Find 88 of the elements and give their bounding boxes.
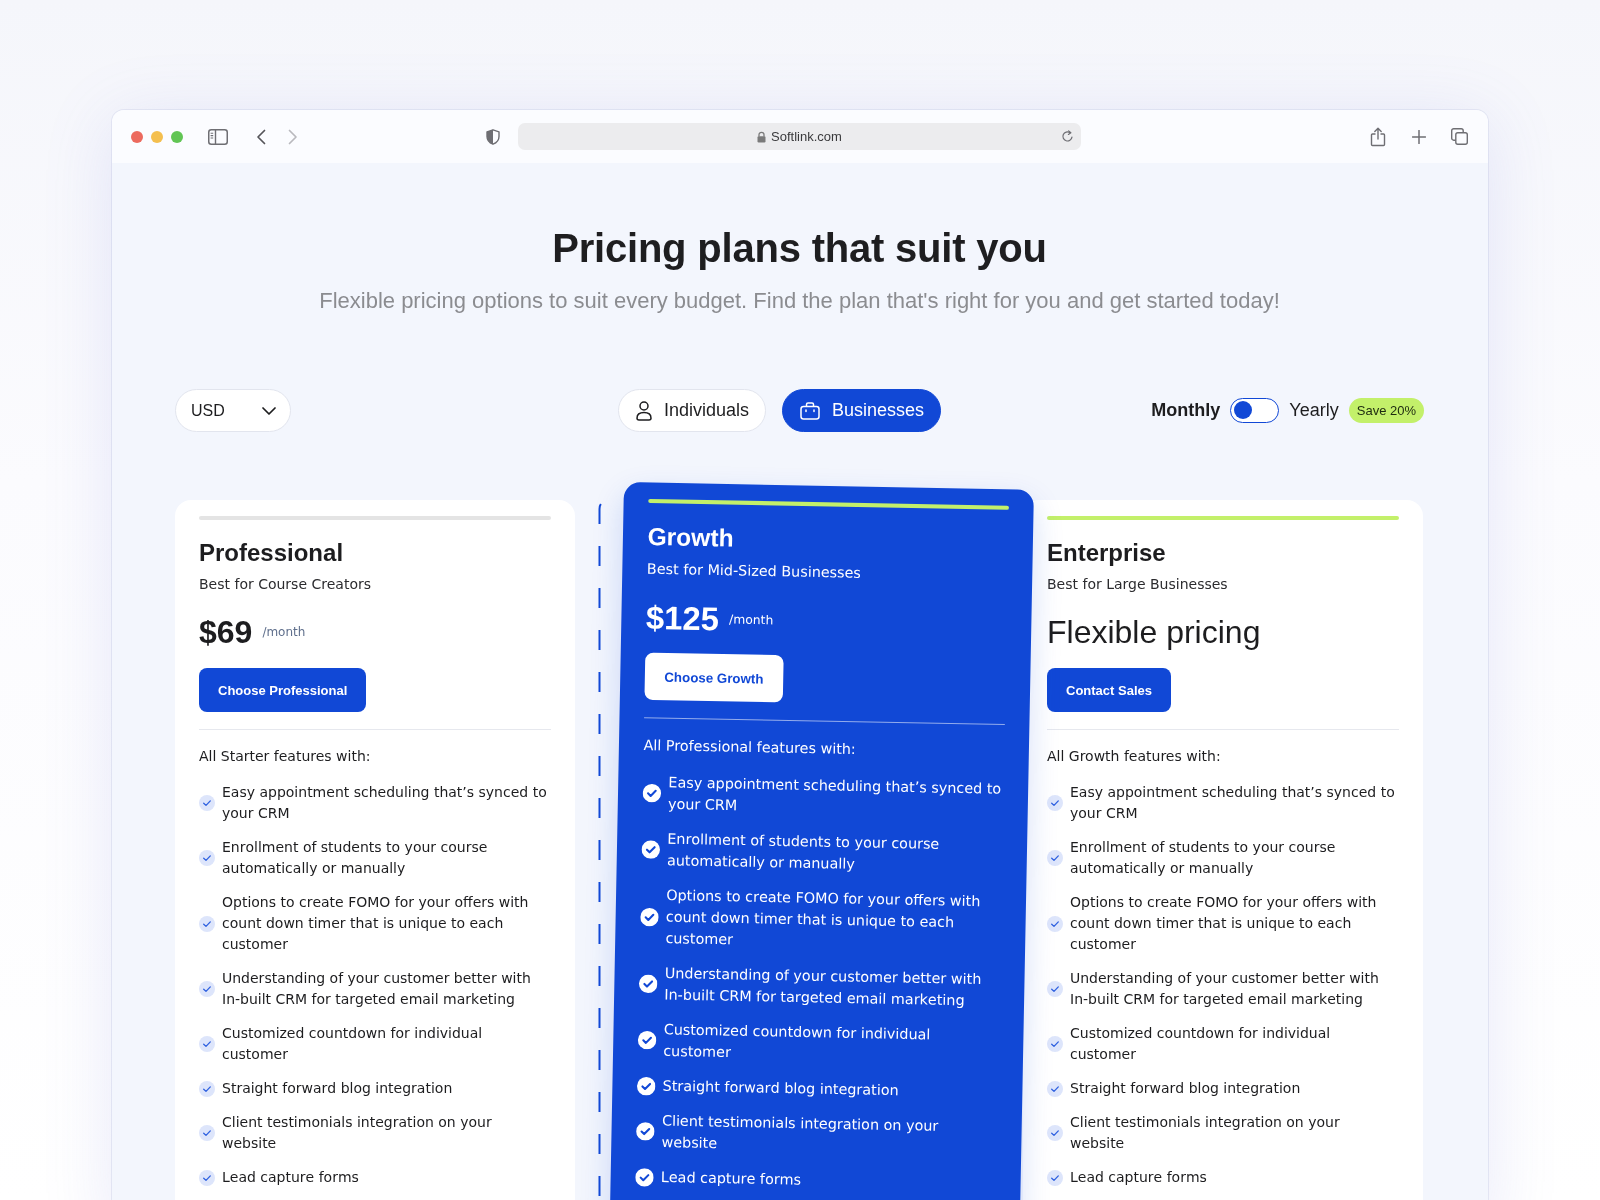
yearly-label: Yearly: [1289, 400, 1339, 421]
share-icon[interactable]: [1370, 126, 1386, 147]
window-close-icon[interactable]: [131, 130, 143, 143]
feature-text: Understanding of your customer better with In-built CRM for targeted email marketing: [664, 963, 983, 1011]
feature-text: Easy appointment scheduling that’s synced to your CRM: [222, 783, 548, 823]
feature-text: Options to create FOMO for your offers with count down timer that is unique to each customer: [222, 893, 530, 954]
person-icon: [635, 400, 652, 421]
check-icon: [635, 1121, 655, 1141]
check-icon: [1047, 795, 1063, 811]
currency-dropdown[interactable]: USD: [175, 389, 291, 432]
feature-text: Easy appointment scheduling that’s synced to your CRM: [1070, 783, 1396, 823]
plan-price: Flexible pricing: [1047, 613, 1261, 652]
check-icon: [1047, 1036, 1063, 1052]
check-icon: [199, 981, 215, 997]
feature-text: Lead capture forms: [222, 1168, 360, 1187]
check-icon: [642, 783, 662, 803]
monthly-label: Monthly: [1151, 400, 1221, 421]
plan-price: $69: [199, 613, 253, 652]
briefcase-icon: [800, 401, 820, 420]
plan-description: Best for Course Creators: [199, 575, 371, 594]
shield-icon[interactable]: [486, 128, 500, 145]
check-icon: [199, 1080, 215, 1097]
check-icon: [199, 915, 215, 932]
check-icon: [1047, 1169, 1063, 1186]
check-icon: [640, 907, 659, 927]
check-icon: [1047, 981, 1063, 997]
feature-text: Enrollment of students to your course automatically or manually: [222, 838, 489, 878]
check-icon: [636, 1076, 656, 1096]
check-icon: [638, 974, 658, 994]
lock-icon: [757, 130, 767, 143]
back-icon[interactable]: [255, 128, 267, 145]
plan-name: Growth: [647, 521, 734, 554]
check-icon: [1047, 1080, 1063, 1097]
feature-text: Client testimonials integration on your website: [661, 1111, 940, 1154]
feature-text: Straight forward blog integration: [222, 1079, 454, 1098]
feature-text: Understanding of your customer better with In-built CRM for targeted email marketing: [222, 969, 532, 1009]
plan-name: Enterprise: [1047, 538, 1166, 568]
price-period: /month: [262, 625, 306, 639]
check-icon: [199, 1036, 215, 1052]
discount-badge: Save 20%: [1348, 398, 1424, 423]
check-icon: [1047, 1125, 1063, 1141]
feature-text: Customized countdown for individual customer: [222, 1024, 484, 1064]
check-icon: [199, 795, 215, 811]
check-icon: [637, 1030, 657, 1050]
plan-button[interactable]: Choose Professional: [199, 668, 367, 712]
page-subtitle: Flexible pricing options to suit every budget. Find the plan that's right for you and get started today!: [318, 287, 1281, 315]
feature-text: Straight forward blog integration: [662, 1076, 900, 1101]
toggle-knob: [1234, 401, 1253, 419]
audience-tab[interactable]: Businesses: [782, 389, 942, 432]
features-heading: All Professional features with:: [643, 735, 856, 760]
check-icon: [199, 1169, 215, 1186]
plan-description: Best for Mid-Sized Businesses: [646, 559, 862, 583]
plan-button[interactable]: Choose Growth: [644, 652, 784, 703]
address-bar[interactable]: Softlink.com: [518, 123, 1081, 150]
check-icon: [1047, 850, 1063, 866]
plan-price: $125: [645, 598, 720, 640]
plan-button[interactable]: Contact Sales: [1047, 668, 1171, 712]
chevron-down-icon: [262, 406, 276, 415]
check-icon: [199, 1125, 215, 1141]
feature-text: Lead capture forms: [1070, 1168, 1208, 1187]
feature-text: Options to create FOMO for your offers with count down timer that is unique to each customer: [1070, 893, 1378, 954]
feature-text: Customized countdown for individual customer: [663, 1020, 932, 1063]
check-icon: [635, 1167, 654, 1187]
plan-description: Best for Large Businesses: [1047, 575, 1228, 594]
check-icon: [1047, 915, 1063, 932]
feature-text: Client testimonials integration on your website: [222, 1113, 493, 1153]
features-heading: All Growth features with:: [1047, 747, 1221, 766]
feature-text: Options to create FOMO for your offers with count down timer that is unique to each customer: [665, 885, 982, 950]
feature-text: Enrollment of students to your course automatically or manually: [1070, 838, 1337, 878]
feature-text: Lead capture forms: [660, 1167, 803, 1190]
feature-text: Easy appointment scheduling that’s synced to your CRM: [667, 773, 1003, 816]
feature-text: Client testimonials integration on your website: [1070, 1113, 1341, 1153]
check-icon: [641, 840, 661, 859]
feature-text: Enrollment of students to your course automatically or manually: [666, 829, 941, 874]
reload-icon[interactable]: [1061, 130, 1074, 143]
audience-tab[interactable]: Individuals: [617, 389, 766, 432]
check-icon: [199, 850, 215, 866]
billing-toggle[interactable]: [1230, 398, 1280, 423]
plan-name: Professional: [199, 538, 344, 568]
price-period: /month: [729, 612, 774, 628]
feature-text: Understanding of your customer better with In-built CRM for targeted email marketing: [1070, 969, 1380, 1009]
tabs-icon[interactable]: [1451, 128, 1468, 145]
plus-icon[interactable]: [1412, 129, 1426, 144]
page-title: Pricing plans that suit you: [551, 225, 1048, 272]
features-heading: All Starter features with:: [199, 747, 371, 766]
sidebar-icon[interactable]: [208, 128, 228, 145]
feature-text: Straight forward blog integration: [1070, 1079, 1302, 1098]
feature-text: Customized countdown for individual customer: [1070, 1024, 1332, 1064]
